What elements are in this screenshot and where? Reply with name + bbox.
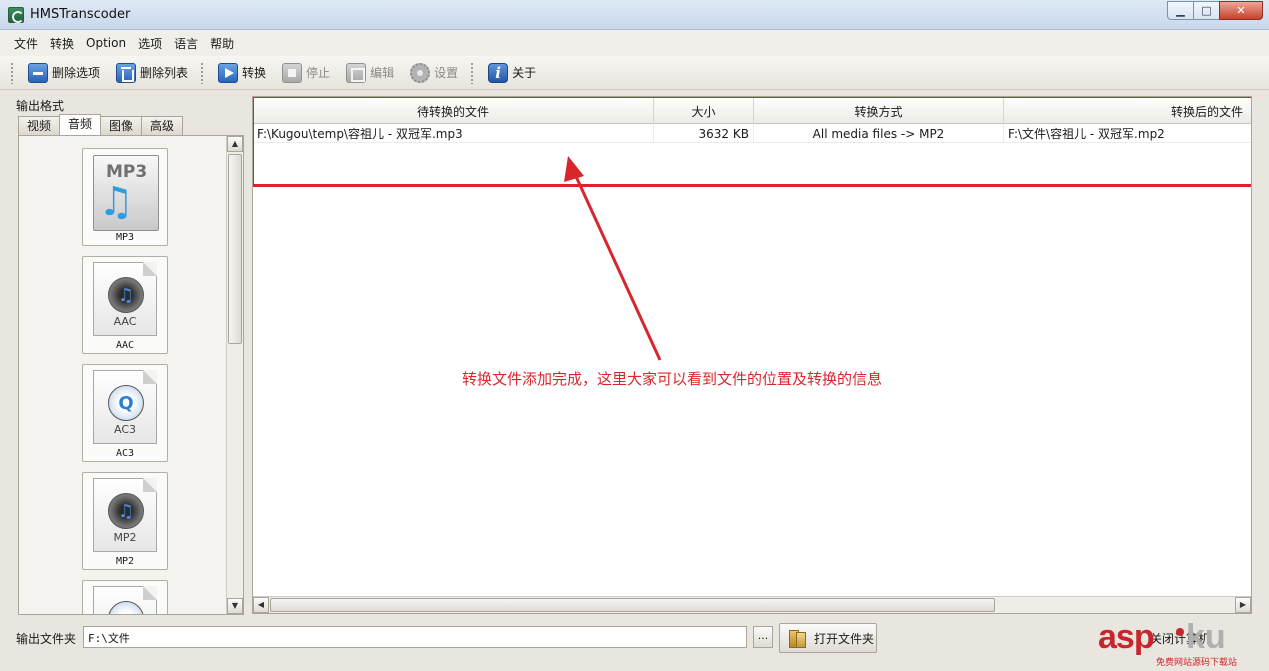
quicktime-icon: Q — [108, 385, 144, 421]
format-item-ac3[interactable]: Q AC3 AC3 — [82, 364, 168, 462]
info-icon: i — [488, 62, 509, 83]
music-disc-icon: ♫ — [108, 277, 144, 313]
folder-icon — [788, 628, 808, 648]
delete-item-label: 删除选项 — [52, 66, 101, 80]
bottom-bar: 输出文件夹 F:\文件 ... 打开文件夹 关闭计算机 asp ku 免费网站源… — [0, 618, 1269, 671]
format-name: MP2 — [115, 556, 135, 567]
watermark-asp: asp — [1098, 618, 1155, 656]
convert-button[interactable]: 转换 — [212, 60, 272, 86]
annotation-text: 转换文件添加完成，这里大家可以看到文件的位置及转换的信息 — [462, 370, 883, 388]
play-icon — [218, 62, 239, 83]
format-name: AC3 — [115, 448, 135, 459]
format-name: MP3 — [115, 232, 135, 243]
about-button[interactable]: i 关于 — [482, 60, 542, 86]
ac3-file-icon: Q AC3 — [93, 370, 157, 444]
menu-file[interactable]: 文件 — [8, 32, 44, 55]
format-item-aac[interactable]: ♫ AAC AAC — [82, 256, 168, 354]
convert-label: 转换 — [242, 66, 267, 80]
table-hscrollbar[interactable]: ◀ ▶ — [253, 596, 1251, 613]
edit-label: 编辑 — [370, 66, 395, 80]
tab-image[interactable]: 图像 — [100, 116, 143, 135]
scroll-right-icon[interactable]: ▶ — [1235, 597, 1251, 613]
tab-advanced[interactable]: 高级 — [141, 116, 184, 135]
format-item-mp3[interactable]: MP3 ♫ MP3 — [82, 148, 168, 246]
stop-label: 停止 — [306, 66, 331, 80]
ac3-icon-label: AC3 — [113, 423, 136, 436]
mp2-file-icon: ♫ MP2 — [93, 478, 157, 552]
window-controls: ▁ □ ✕ — [1167, 1, 1263, 21]
toolbar-grip — [10, 61, 14, 84]
scroll-down-icon[interactable]: ▼ — [227, 598, 243, 614]
watermark-logo: asp ku 免费网站源码下载站 — [1098, 618, 1268, 671]
file-icon — [93, 586, 157, 614]
gear-icon — [410, 62, 431, 83]
format-list: MP3 ♫ MP3 ♫ AAC AAC Q AC3 AC3 ♫ MP2 MP2 … — [18, 135, 244, 615]
title-bar: HMSTranscoder ▁ □ ✕ — [0, 0, 1269, 30]
media-disc-icon — [108, 601, 144, 614]
toolbar-grip — [200, 61, 205, 84]
menu-options[interactable]: 选项 — [132, 32, 168, 55]
hscroll-thumb[interactable] — [270, 598, 995, 612]
delete-list-button[interactable]: 删除列表 — [110, 60, 194, 86]
output-folder-input[interactable]: F:\文件 — [83, 626, 747, 648]
watermark-ku: ku — [1186, 618, 1226, 656]
maximize-icon: □ — [1201, 4, 1212, 17]
arrow-shaft — [572, 171, 662, 361]
format-tabs: 视频 音频 图像 高级 — [18, 114, 184, 136]
aac-icon-label: AAC — [113, 315, 137, 328]
format-item-mp2[interactable]: ♫ MP2 MP2 — [82, 472, 168, 570]
stop-icon — [282, 62, 303, 83]
output-format-panel: 输出格式 视频 音频 图像 高级 MP3 ♫ MP3 ♫ AAC AAC Q A — [10, 94, 248, 616]
settings-button[interactable]: 设置 — [404, 60, 464, 86]
watermark-dot — [1176, 628, 1184, 636]
aac-file-icon: ♫ AAC — [93, 262, 157, 336]
menu-option[interactable]: Option — [80, 33, 132, 53]
trash-icon — [116, 62, 137, 83]
minimize-icon: ▁ — [1176, 4, 1185, 17]
arrow-head — [564, 156, 584, 182]
window-title: HMSTranscoder — [30, 7, 131, 22]
open-folder-button[interactable]: 打开文件夹 — [779, 623, 877, 653]
maximize-button[interactable]: □ — [1193, 1, 1220, 20]
music-disc-icon: ♫ — [108, 493, 144, 529]
delete-item-button[interactable]: 删除选项 — [22, 60, 106, 86]
film-icon — [346, 62, 367, 83]
scroll-left-icon[interactable]: ◀ — [253, 597, 269, 613]
menu-convert[interactable]: 转换 — [44, 32, 80, 55]
close-icon: ✕ — [1236, 4, 1246, 17]
menu-bar: 文件 转换 Option 选项 语言 帮助 — [0, 30, 1269, 56]
scroll-up-icon[interactable]: ▲ — [227, 136, 243, 152]
about-label: 关于 — [512, 66, 537, 80]
watermark-subtitle: 免费网站源码下载站 — [1156, 658, 1238, 668]
music-note-icon: ♫ — [98, 179, 134, 225]
close-button[interactable]: ✕ — [1219, 1, 1263, 20]
delete-list-label: 删除列表 — [140, 66, 189, 80]
annotation-arrow — [564, 156, 662, 361]
browse-button[interactable]: ... — [753, 626, 773, 648]
output-folder-label: 输出文件夹 — [16, 632, 77, 646]
format-name: AAC — [115, 340, 135, 351]
tab-audio[interactable]: 音频 — [59, 114, 102, 135]
open-folder-label: 打开文件夹 — [814, 631, 875, 646]
minus-icon — [28, 62, 48, 83]
output-format-label: 输出格式 — [16, 99, 65, 113]
settings-label: 设置 — [434, 66, 459, 80]
menu-language[interactable]: 语言 — [168, 32, 204, 55]
mp3-file-icon: MP3 ♫ — [93, 155, 159, 231]
toolbar-grip — [470, 61, 475, 84]
tab-video[interactable]: 视频 — [18, 116, 61, 135]
app-icon — [8, 7, 24, 23]
stop-button[interactable]: 停止 — [276, 60, 336, 86]
file-table-panel: 待转换的文件 大小 转换方式 转换后的文件 F:\Kugou\temp\容祖儿 … — [252, 96, 1252, 614]
menu-help[interactable]: 帮助 — [204, 32, 240, 55]
minimize-button[interactable]: ▁ — [1167, 1, 1194, 20]
scroll-thumb[interactable] — [228, 154, 242, 344]
edit-button[interactable]: 编辑 — [340, 60, 400, 86]
toolbar: 删除选项 删除列表 转换 停止 编辑 设置 i 关于 — [0, 56, 1269, 90]
format-list-scrollbar[interactable]: ▲ ▼ — [226, 136, 243, 614]
mp2-icon-label: MP2 — [113, 531, 137, 544]
highlight-box — [253, 97, 1251, 187]
format-item-next[interactable] — [82, 580, 168, 614]
